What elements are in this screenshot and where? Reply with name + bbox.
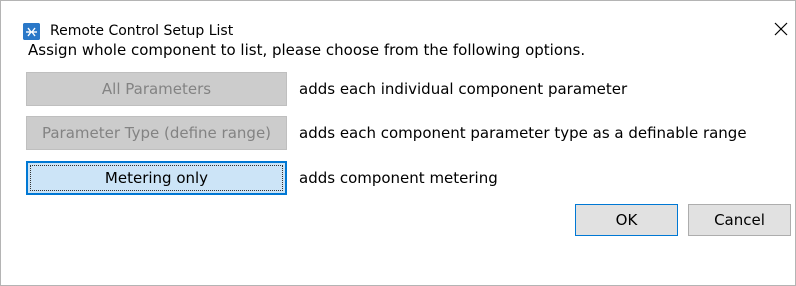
close-icon: [774, 22, 788, 36]
ok-button[interactable]: OK: [575, 204, 678, 236]
parameter-type-description: adds each component parameter type as a …: [299, 124, 747, 142]
metering-only-button[interactable]: Metering only: [26, 161, 287, 195]
metering-only-description: adds component metering: [299, 169, 498, 187]
all-parameters-description: adds each individual component parameter: [299, 80, 628, 98]
parameter-type-button[interactable]: Parameter Type (define range): [26, 116, 287, 150]
remote-control-setup-dialog: Remote Control Setup List Assign whole c…: [0, 0, 796, 286]
cancel-button[interactable]: Cancel: [688, 204, 791, 236]
focus-ring: [30, 165, 283, 191]
instruction-text: Assign whole component to list, please c…: [28, 41, 586, 59]
title-bar[interactable]: Remote Control Setup List: [1, 1, 795, 40]
all-parameters-button[interactable]: All Parameters: [26, 72, 287, 106]
